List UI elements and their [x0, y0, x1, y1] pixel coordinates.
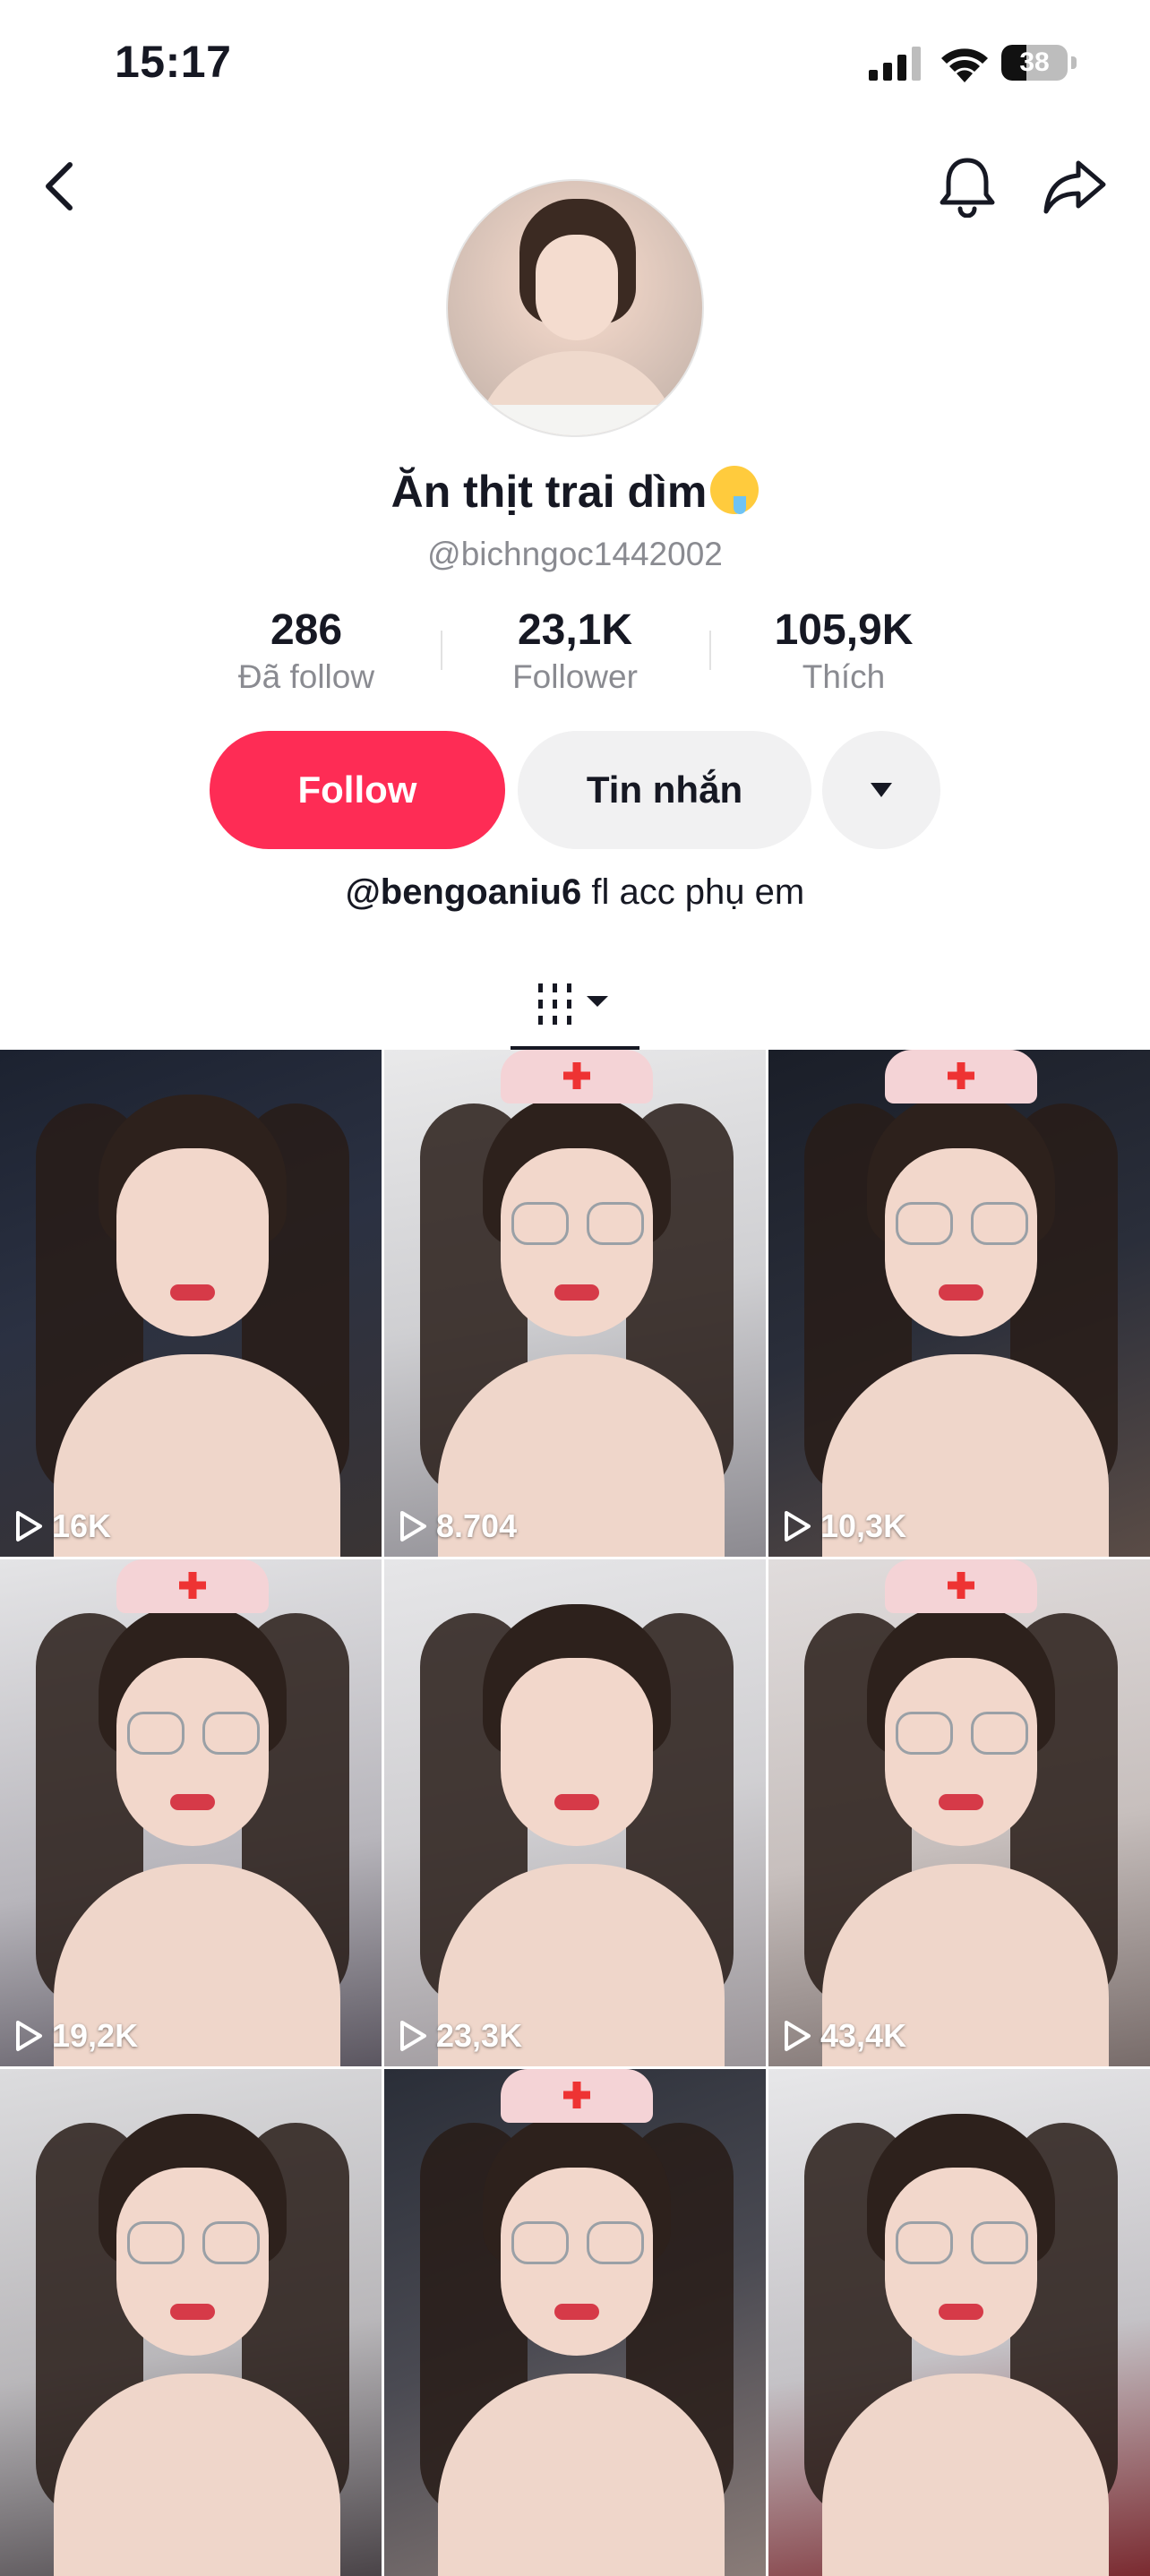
- message-button[interactable]: Tin nhắn: [518, 731, 811, 849]
- video-view-count: 16K: [14, 1507, 111, 1546]
- status-time: 15:17: [115, 37, 232, 87]
- play-icon: [400, 1511, 426, 1541]
- stat-likes-label: Thích: [802, 658, 886, 695]
- video-thumbnail[interactable]: [768, 2069, 1150, 2576]
- view-count-text: 8.704: [436, 1507, 518, 1544]
- video-view-count: 8.704: [399, 1507, 517, 1546]
- video-thumbnail[interactable]: 8.704: [384, 1050, 766, 1557]
- video-view-count: 43,4K: [783, 2016, 906, 2056]
- video-view-count: 23,3K: [399, 2016, 522, 2056]
- view-count-text: 16K: [52, 1507, 112, 1544]
- display-name-text: Ăn thịt trai dìm: [390, 467, 708, 517]
- bell-icon: [940, 158, 995, 218]
- grid-bars-icon: [538, 983, 608, 1025]
- battery-indicator: 38: [1001, 45, 1077, 82]
- stat-likes-value: 105,9K: [774, 606, 914, 654]
- view-count-text: 43,4K: [820, 2017, 907, 2054]
- play-icon: [16, 1511, 42, 1541]
- video-thumbnail[interactable]: [0, 2069, 382, 2576]
- stat-following-value: 286: [270, 606, 343, 654]
- drooling-face-emoji-icon: [710, 466, 760, 514]
- video-thumbnail[interactable]: [384, 2069, 766, 2576]
- view-count-text: 19,2K: [52, 2017, 139, 2054]
- more-options-button[interactable]: [822, 731, 940, 849]
- profile-display-name: Ăn thịt trai dìm: [0, 466, 1150, 518]
- share-arrow-icon: [1043, 160, 1106, 214]
- stat-likes[interactable]: 105,9K Thích: [709, 605, 978, 699]
- caret-down-icon: [871, 783, 892, 797]
- battery-level: 38: [1019, 47, 1050, 77]
- cellular-signal-icon: [869, 47, 921, 81]
- stat-followers-label: Follower: [512, 658, 638, 695]
- profile-bio: @bengoaniu6 fl acc phụ em: [0, 872, 1150, 913]
- chevron-left-icon: [46, 162, 73, 210]
- status-bar: 15:17 38: [0, 0, 1150, 125]
- video-view-count: 10,3K: [783, 1507, 906, 1546]
- view-count-text: 10,3K: [820, 1507, 907, 1544]
- bio-mention-link[interactable]: @bengoaniu6: [346, 872, 581, 912]
- video-view-count: 19,2K: [14, 2016, 138, 2056]
- back-button[interactable]: [23, 150, 95, 222]
- tab-videos[interactable]: [511, 958, 639, 1052]
- notifications-button[interactable]: [931, 150, 1003, 222]
- profile-stats: 286 Đã follow 23,1K Follower 105,9K Thíc…: [0, 605, 1150, 704]
- stat-following-label: Đã follow: [237, 658, 375, 695]
- play-icon: [16, 2021, 42, 2051]
- wifi-icon: [941, 48, 988, 82]
- bio-text: fl acc phụ em: [581, 872, 805, 912]
- profile-handle: @bichngoc1442002: [427, 536, 723, 572]
- profile-avatar[interactable]: [446, 179, 704, 437]
- play-icon: [785, 1511, 811, 1541]
- video-thumbnail[interactable]: 16K: [0, 1050, 382, 1557]
- stat-followers[interactable]: 23,1K Follower: [441, 605, 709, 699]
- video-thumbnail[interactable]: 23,3K: [384, 1559, 766, 2066]
- video-thumbnail[interactable]: 10,3K: [768, 1050, 1150, 1557]
- video-thumbnail[interactable]: 19,2K: [0, 1559, 382, 2066]
- video-thumbnail[interactable]: 43,4K: [768, 1559, 1150, 2066]
- share-button[interactable]: [1039, 150, 1111, 222]
- stat-following[interactable]: 286 Đã follow: [172, 605, 441, 699]
- follow-button[interactable]: Follow: [210, 731, 505, 849]
- stat-followers-value: 23,1K: [517, 606, 633, 654]
- view-count-text: 23,3K: [436, 2017, 523, 2054]
- play-icon: [785, 2021, 811, 2051]
- content-tabs: [0, 958, 1150, 1052]
- play-icon: [400, 2021, 426, 2051]
